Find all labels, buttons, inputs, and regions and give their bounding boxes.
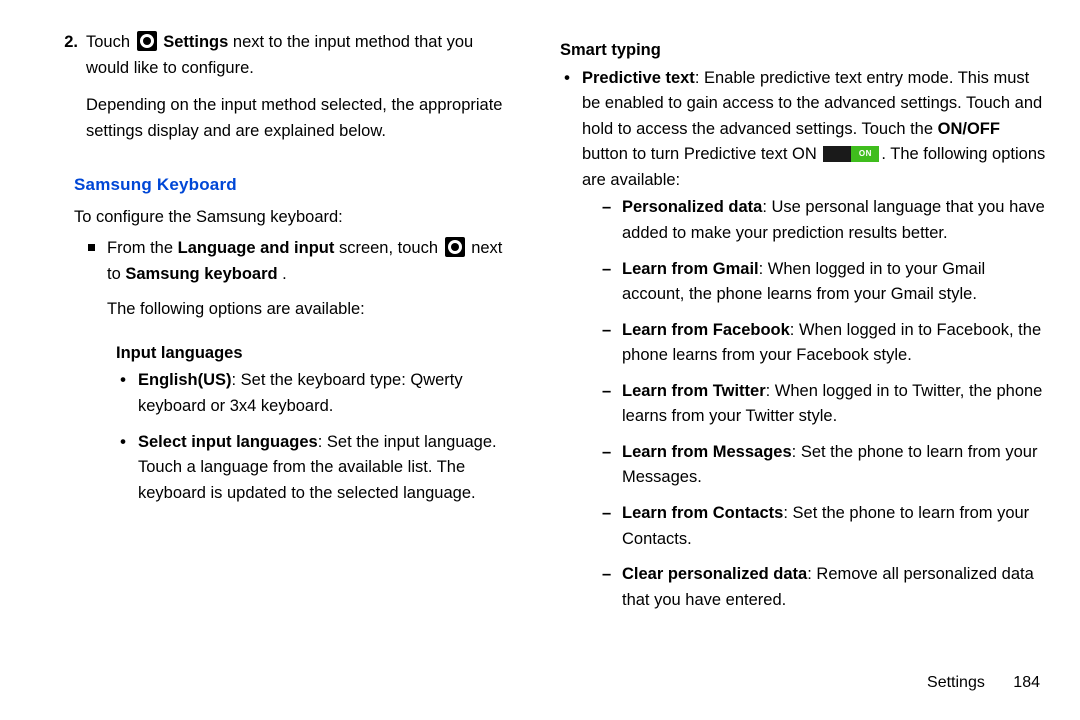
text: button to turn Predictive text ON [582, 145, 821, 163]
bold: Personalized data [622, 198, 762, 216]
toggle-on-track: ON [851, 146, 879, 162]
bullet-icon: • [116, 430, 130, 507]
bullet-body: From the Language and input screen, touc… [107, 236, 520, 333]
square-bullet: From the Language and input screen, touc… [88, 236, 520, 333]
dash-icon: – [602, 318, 616, 369]
dash-icon: – [602, 195, 616, 246]
item-body: Learn from Messages: Set the phone to le… [622, 440, 1050, 491]
item-body: English(US): Set the keyboard type: Qwer… [138, 368, 520, 419]
item-body: Learn from Twitter: When logged in to Tw… [622, 379, 1050, 430]
settings-icon [445, 237, 465, 257]
item-body: Clear personalized data: Remove all pers… [622, 562, 1050, 613]
dash-icon: – [602, 440, 616, 491]
bold: Learn from Messages [622, 443, 792, 461]
sub-heading-input-languages: Input languages [116, 341, 520, 367]
footer-page-number: 184 [1013, 674, 1040, 691]
item-body: Learn from Gmail: When logged in to your… [622, 257, 1050, 308]
bold: Learn from Gmail [622, 260, 759, 278]
list-item: – Learn from Messages: Set the phone to … [602, 440, 1050, 491]
bold: English(US) [138, 371, 232, 389]
bold: Language and input [178, 239, 335, 257]
item-body: Predictive text: Enable predictive text … [582, 66, 1050, 624]
bold: Learn from Contacts [622, 504, 783, 522]
dot-list: • Predictive text: Enable predictive tex… [560, 66, 1050, 624]
bullet-line-2: The following options are available: [107, 297, 520, 323]
text: Touch [86, 33, 135, 51]
dash-list: – Personalized data: Use personal langua… [602, 195, 1050, 613]
item-body: Select input languages: Set the input la… [138, 430, 520, 507]
item-body: Personalized data: Use personal language… [622, 195, 1050, 246]
bold: ON/OFF [938, 120, 1000, 138]
list-item: • Select input languages: Set the input … [116, 430, 520, 507]
bold: Clear personalized data [622, 565, 807, 583]
text: . [282, 265, 287, 283]
square-icon [88, 244, 95, 251]
bold: Learn from Twitter [622, 382, 766, 400]
settings-label: Settings [163, 33, 228, 51]
dash-icon: – [602, 379, 616, 430]
right-column: Smart typing • Predictive text: Enable p… [560, 30, 1050, 710]
page: 2. Touch Settings next to the input meth… [0, 0, 1080, 720]
toggle-off-track [823, 146, 851, 162]
bold: Predictive text [582, 69, 695, 87]
intro-text: To configure the Samsung keyboard: [74, 205, 520, 231]
step-body: Touch Settings next to the input method … [86, 30, 520, 156]
list-item: • Predictive text: Enable predictive tex… [560, 66, 1050, 624]
dot-list: • English(US): Set the keyboard type: Qw… [116, 368, 520, 506]
bold: Learn from Facebook [622, 321, 790, 339]
list-item: • English(US): Set the keyboard type: Qw… [116, 368, 520, 419]
text: From the [107, 239, 178, 257]
step-number: 2. [30, 30, 78, 156]
section-heading-samsung-keyboard: Samsung Keyboard [74, 172, 520, 198]
list-item: – Personalized data: Use personal langua… [602, 195, 1050, 246]
settings-icon [137, 31, 157, 51]
bullet-icon: • [560, 66, 574, 624]
list-item: – Learn from Contacts: Set the phone to … [602, 501, 1050, 552]
dash-icon: – [602, 562, 616, 613]
left-column: 2. Touch Settings next to the input meth… [30, 30, 520, 710]
step-2: 2. Touch Settings next to the input meth… [30, 30, 520, 156]
bold: Select input languages [138, 433, 318, 451]
list-item: – Clear personalized data: Remove all pe… [602, 562, 1050, 613]
bold: Samsung keyboard [125, 265, 277, 283]
bullet-line-1: From the Language and input screen, touc… [107, 236, 520, 287]
dash-icon: – [602, 501, 616, 552]
toggle-on-icon: ON [823, 146, 879, 162]
step-2-line-2: Depending on the input method selected, … [86, 93, 520, 144]
footer-section: Settings [927, 674, 985, 691]
bullet-icon: • [116, 368, 130, 419]
list-item: – Learn from Twitter: When logged in to … [602, 379, 1050, 430]
item-body: Learn from Contacts: Set the phone to le… [622, 501, 1050, 552]
page-footer: Settings 184 [927, 671, 1040, 696]
step-2-line-1: Touch Settings next to the input method … [86, 30, 520, 81]
dash-icon: – [602, 257, 616, 308]
item-body: Learn from Facebook: When logged in to F… [622, 318, 1050, 369]
list-item: – Learn from Facebook: When logged in to… [602, 318, 1050, 369]
sub-heading-smart-typing: Smart typing [560, 38, 1050, 64]
text: screen, touch [339, 239, 443, 257]
list-item: – Learn from Gmail: When logged in to yo… [602, 257, 1050, 308]
